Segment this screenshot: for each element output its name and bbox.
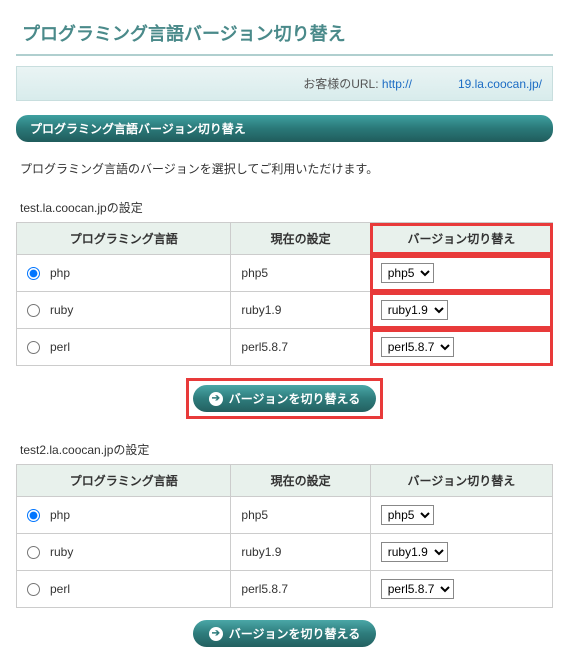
switch-version-button[interactable]: ➔ バージョンを切り替える [193,620,376,647]
arrow-right-icon: ➔ [209,627,223,641]
th-language: プログラミング言語 [17,465,231,497]
table-header-row: プログラミング言語 現在の設定 バージョン切り替え [17,465,553,497]
current-value: php5 [231,255,370,292]
language-radio[interactable] [27,583,40,596]
version-select[interactable]: php5 [381,263,434,283]
language-name: ruby [50,545,73,559]
config-subtitle: test.la.coocan.jpの設定 [20,199,549,216]
table-row: perl perl5.8.7 perl5.8.7 [17,329,553,366]
config-subtitle: test2.la.coocan.jpの設定 [20,441,549,458]
button-label: バージョンを切り替える [229,390,360,407]
language-radio[interactable] [27,267,40,280]
table-row: ruby ruby1.9 ruby1.9 [17,292,553,329]
language-name: php [50,508,70,522]
language-radio[interactable] [27,304,40,317]
version-select[interactable]: ruby1.9 [381,300,448,320]
language-name: php [50,266,70,280]
version-select[interactable]: ruby1.9 [381,542,448,562]
language-name: ruby [50,303,73,317]
current-value: ruby1.9 [231,292,370,329]
customer-url-link[interactable]: http:// 19.la.coocan.jp/ [382,77,542,91]
current-value: php5 [231,497,370,534]
current-value: ruby1.9 [231,534,370,571]
th-switch: バージョン切り替え [370,223,552,255]
customer-url-bar: お客様のURL: http:// 19.la.coocan.jp/ [16,66,553,101]
config-table: プログラミング言語 現在の設定 バージョン切り替え php php5 php5 … [16,464,553,608]
page-title: プログラミング言語バージョン切り替え [16,16,553,56]
arrow-right-icon: ➔ [209,392,223,406]
version-select[interactable]: php5 [381,505,434,525]
th-language: プログラミング言語 [17,223,231,255]
language-radio[interactable] [27,341,40,354]
version-select[interactable]: perl5.8.7 [381,337,454,357]
config-table: プログラミング言語 現在の設定 バージョン切り替え php php5 php5 … [16,222,553,366]
table-row: ruby ruby1.9 ruby1.9 [17,534,553,571]
table-row: php php5 php5 [17,497,553,534]
table-row: php php5 php5 [17,255,553,292]
th-current: 現在の設定 [231,465,370,497]
language-name: perl [50,582,70,596]
description-text: プログラミング言語のバージョンを選択してご利用いただけます。 [20,160,549,177]
language-radio[interactable] [27,509,40,522]
table-header-row: プログラミング言語 現在の設定 バージョン切り替え [17,223,553,255]
url-suffix: 19.la.coocan.jp/ [458,77,542,91]
switch-version-button[interactable]: ➔ バージョンを切り替える [193,385,376,412]
current-value: perl5.8.7 [231,329,370,366]
button-label: バージョンを切り替える [229,625,360,642]
url-label: お客様のURL: [303,77,378,91]
highlighted-button-frame: ➔ バージョンを切り替える [186,378,383,419]
current-value: perl5.8.7 [231,571,370,608]
language-name: perl [50,340,70,354]
language-radio[interactable] [27,546,40,559]
th-switch: バージョン切り替え [370,465,552,497]
section-heading: プログラミング言語バージョン切り替え [16,115,553,142]
th-current: 現在の設定 [231,223,370,255]
version-select[interactable]: perl5.8.7 [381,579,454,599]
url-prefix: http:// [382,77,412,91]
table-row: perl perl5.8.7 perl5.8.7 [17,571,553,608]
